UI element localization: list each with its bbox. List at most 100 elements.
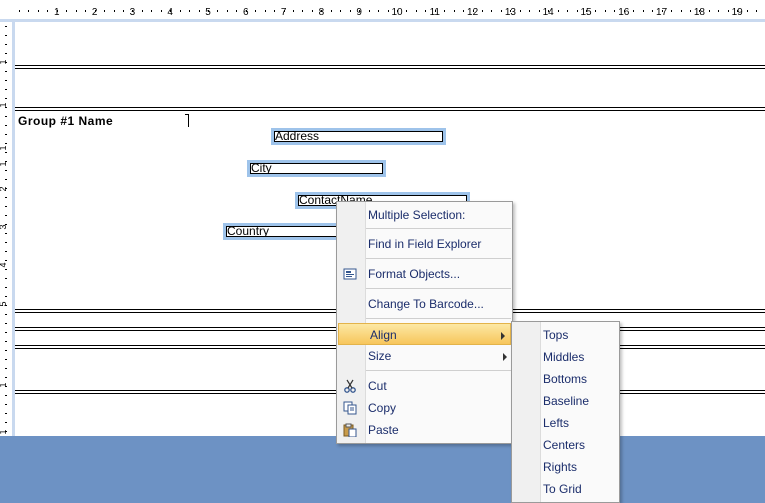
ruler-tick <box>520 10 521 12</box>
ruler-tick <box>104 10 105 12</box>
menu-item-size[interactable]: Size <box>337 345 512 367</box>
ruler-tick <box>463 10 464 12</box>
menu-item-find-in-field-explorer[interactable]: Find in Field Explorer <box>337 233 512 255</box>
ruler-number: 1 <box>54 7 60 18</box>
align-submenu: Tops Middles Bottoms Baseline Lefts Cent… <box>511 321 620 503</box>
ruler-number: 16 <box>618 7 630 18</box>
ruler-tick <box>5 71 7 72</box>
menu-label: Cut <box>368 379 387 393</box>
ruler-tick <box>5 35 7 36</box>
ruler-number: 17 <box>656 7 668 18</box>
submenu-arrow-icon <box>501 332 505 340</box>
menu-label: Baseline <box>543 394 590 408</box>
ruler-tick <box>5 98 7 99</box>
ruler-tick <box>340 10 341 12</box>
ruler-tick <box>151 10 152 12</box>
section-divider[interactable] <box>15 65 765 69</box>
ruler-tick <box>199 10 200 12</box>
ruler-tick <box>85 10 86 12</box>
submenu-item-lefts[interactable]: Lefts <box>512 412 619 434</box>
ruler-tick <box>5 296 7 297</box>
ruler-tick <box>5 359 7 360</box>
city-field[interactable]: City <box>247 160 386 177</box>
ruler-tick <box>189 10 190 12</box>
menu-item-align[interactable]: Align <box>338 323 511 345</box>
address-field[interactable]: Address <box>271 128 446 145</box>
ruler-tick <box>5 206 7 207</box>
menu-label: Middles <box>543 350 585 364</box>
ruler-tick <box>5 314 7 315</box>
ruler-tick <box>728 10 729 12</box>
submenu-item-bottoms[interactable]: Bottoms <box>512 368 619 390</box>
ruler-tick <box>5 170 7 171</box>
ruler-tick <box>5 53 7 54</box>
ruler-tick <box>28 10 29 12</box>
context-menu: Multiple Selection: Find in Field Explor… <box>336 201 513 444</box>
group-name-field[interactable]: Group #1 Name <box>18 114 113 128</box>
ruler-tick <box>614 10 615 12</box>
ruler-number: 19 <box>732 7 744 18</box>
menu-label: Rights <box>543 460 578 474</box>
ruler-tick <box>5 350 7 351</box>
ruler-tick <box>539 10 540 12</box>
section-divider[interactable] <box>15 107 765 111</box>
menu-item-paste[interactable]: Paste <box>337 419 512 441</box>
menu-separator <box>366 370 511 371</box>
ruler-tick <box>5 152 7 153</box>
submenu-item-baseline[interactable]: Baseline <box>512 390 619 412</box>
submenu-item-middles[interactable]: Middles <box>512 346 619 368</box>
menu-separator <box>366 288 511 289</box>
menu-item-copy[interactable]: Copy <box>337 397 512 419</box>
menu-separator <box>366 258 511 259</box>
ruler-number: 2 <box>0 186 8 191</box>
ruler-tick <box>501 10 502 12</box>
ruler-tick <box>633 10 634 12</box>
ruler-number: 1 <box>0 382 8 387</box>
ruler-tick <box>454 10 455 12</box>
ruler-tick <box>756 10 757 12</box>
ruler-tick <box>5 368 7 369</box>
ruler-tick <box>425 10 426 12</box>
copy-icon <box>343 401 357 415</box>
menu-label: Multiple Selection: <box>368 208 466 222</box>
ruler-tick <box>416 10 417 12</box>
ruler-tick <box>5 422 7 423</box>
ruler-tick <box>491 10 492 12</box>
horizontal-ruler[interactable]: 1 2 3 4 5 6 7 8 9 10 11 12 13 14 15 16 17 18 19 <box>0 0 765 22</box>
menu-item-change-to-barcode[interactable]: Change To Barcode... <box>337 293 512 315</box>
ruler-number: 5 <box>0 301 8 306</box>
menu-label: Lefts <box>543 416 570 430</box>
ruler-number: 3 <box>130 7 136 18</box>
ruler-tick <box>350 10 351 12</box>
ruler-tick <box>114 10 115 12</box>
ruler-tick <box>5 251 7 252</box>
ruler-tick <box>5 215 7 216</box>
submenu-item-to-grid[interactable]: To Grid <box>512 478 619 500</box>
menu-item-format-objects[interactable]: Format Objects... <box>337 263 512 285</box>
ruler-number: 13 <box>505 7 517 18</box>
ruler-tick <box>567 10 568 12</box>
ruler-number: 8 <box>319 7 325 18</box>
ruler-number: 1 <box>0 161 8 166</box>
ruler-tick <box>681 10 682 12</box>
ruler-tick <box>142 10 143 12</box>
ruler-tick <box>5 323 7 324</box>
submenu-item-rights[interactable]: Rights <box>512 456 619 478</box>
ruler-tick <box>558 10 559 12</box>
paste-icon <box>343 423 357 438</box>
ruler-tick <box>5 269 7 270</box>
menu-item-cut[interactable]: Cut <box>337 375 512 397</box>
ruler-tick <box>180 10 181 12</box>
vertical-ruler[interactable]: 1 1 1 1 2 3 4 5 1 1 <box>0 22 15 436</box>
ruler-number: 10 <box>391 7 403 18</box>
submenu-item-tops[interactable]: Tops <box>512 324 619 346</box>
menu-label: Align <box>370 328 397 342</box>
ruler-number: 4 <box>167 7 173 18</box>
ruler-tick <box>161 10 162 12</box>
ruler-tick <box>5 26 7 27</box>
group-field-corner <box>185 114 189 127</box>
ruler-tick <box>388 10 389 12</box>
menu-label: Change To Barcode... <box>368 297 484 311</box>
ruler-tick <box>217 10 218 12</box>
submenu-item-centers[interactable]: Centers <box>512 434 619 456</box>
